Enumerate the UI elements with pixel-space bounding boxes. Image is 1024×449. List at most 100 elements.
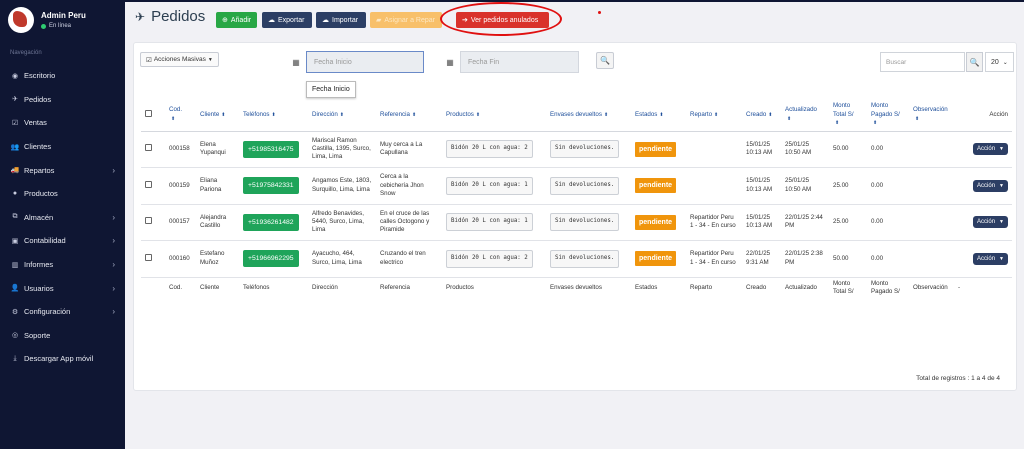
cell-direccion: Mariscal Ramon Castilla, 1395, Surco, Li…	[308, 130, 376, 168]
col-actualizado[interactable]: Actualizado ⬍	[781, 99, 829, 132]
sidebar-item-configuración[interactable]: ⚙ Configuración ›	[0, 300, 125, 324]
chevron-right-icon: ›	[112, 307, 115, 317]
sidebar-item-almacén[interactable]: ⧉ Almacén ›	[0, 206, 125, 230]
footer-telefonos: Teléfonos	[239, 276, 308, 299]
action-label: Acción	[977, 182, 996, 189]
action-dropdown-button[interactable]: Acción ▼	[973, 252, 1008, 265]
add-button[interactable]: ⊕ Añadir	[216, 12, 257, 28]
col-monto-total-label: Monto Total S/	[833, 102, 854, 118]
sort-icon: ⬍	[221, 111, 226, 118]
phone-whatsapp-button[interactable]: +51936261482	[243, 213, 299, 231]
plus-circle-icon: ⊕	[222, 17, 228, 24]
table-row: 000160 Estefano Muñoz +51966962295 Ayacucho…	[141, 240, 1012, 277]
sort-icon: ⬍	[603, 111, 609, 118]
export-button[interactable]: ☁ Exportar	[262, 12, 312, 28]
row-checkbox[interactable]	[145, 217, 152, 225]
sidebar-item-repartos[interactable]: 🚚 Repartos ›	[0, 158, 125, 182]
cell-cliente: Alejandra Castillo	[196, 203, 239, 241]
date-start-input[interactable]: Fecha Inicio	[306, 51, 424, 73]
sidebar-item-soporte[interactable]: ◎ Soporte	[0, 324, 125, 348]
cell-cod: 000158	[165, 130, 196, 168]
sidebar-item-descargar-app-móvil[interactable]: ⤓ Descargar App móvil	[0, 347, 125, 371]
date-end-input[interactable]: Fecha Fin	[460, 51, 579, 73]
row-checkbox[interactable]	[145, 144, 152, 152]
sidebar-item-contabilidad[interactable]: ▣ Contabilidad ›	[0, 229, 125, 253]
users-icon: 👥	[10, 143, 20, 151]
sidebar-item-informes[interactable]: ▥ Informes ›	[0, 253, 125, 277]
import-button-label: Importar	[332, 16, 359, 24]
select-all-checkbox[interactable]	[145, 109, 152, 117]
sidebar-item-label: Pedidos	[24, 94, 52, 104]
col-envases[interactable]: Envases devueltos ⬍	[546, 99, 631, 132]
cell-estado: pendiente	[631, 130, 686, 168]
check-square-icon: ☑	[146, 56, 152, 64]
col-direccion[interactable]: Dirección ⬍	[308, 99, 376, 132]
sidebar-item-label: Repartos	[24, 165, 55, 175]
cell-cliente: Elena Yupanqui	[196, 130, 239, 168]
col-observacion[interactable]: Observación ⬍	[909, 99, 954, 132]
product-chip: Bidón 20 L con agua: 1	[446, 176, 533, 195]
cell-telefono: +51936261482	[239, 203, 308, 241]
row-select-cell	[141, 203, 165, 241]
row-select-cell	[141, 130, 165, 168]
page-title: ✈ Pedidos	[135, 8, 205, 25]
col-creado[interactable]: Creado ⬍	[742, 99, 781, 132]
chevron-right-icon: ›	[112, 165, 115, 175]
search-button[interactable]: 🔍	[966, 52, 983, 72]
phone-whatsapp-button[interactable]: +51966962295	[243, 250, 299, 268]
row-checkbox[interactable]	[145, 180, 152, 188]
returns-chip: Sin devoluciones.	[550, 213, 620, 232]
sidebar-item-productos[interactable]: ● Productos	[0, 182, 125, 206]
row-checkbox[interactable]	[145, 253, 152, 261]
action-dropdown-button[interactable]: Acción ▼	[973, 143, 1008, 156]
sidebar-item-label: Descargar App móvil	[24, 354, 94, 364]
phone-whatsapp-button[interactable]: +51985316475	[243, 140, 299, 158]
col-productos[interactable]: Productos ⬍	[442, 99, 546, 132]
per-page-select[interactable]: 20 ⌄	[985, 52, 1014, 72]
search-input[interactable]: Buscar	[880, 52, 965, 72]
sort-icon: ⬍	[787, 115, 792, 122]
cell-producto: Bidón 20 L con agua: 1	[442, 203, 546, 241]
sidebar-item-usuarios[interactable]: 👤 Usuarios ›	[0, 276, 125, 300]
assign-delivery-button[interactable]: ▰ Asignar a Repar	[370, 12, 442, 28]
sidebar-item-escritorio[interactable]: ◉ Escritorio	[0, 64, 125, 88]
cell-monto-pagado: 0.00	[867, 240, 909, 277]
col-estados[interactable]: Estados ⬍	[631, 99, 686, 132]
action-dropdown-button[interactable]: Acción ▼	[973, 216, 1008, 229]
cell-creado: 15/01/25 10:13 AM	[742, 203, 781, 241]
caret-down-icon: ▼	[999, 146, 1004, 153]
total-records: Total de registros : 1 a 4 de 4	[916, 375, 1000, 382]
col-telefonos-label: Teléfonos	[243, 110, 270, 118]
col-cliente[interactable]: Cliente ⬍	[196, 99, 239, 132]
cell-telefono: +51975842331	[239, 167, 308, 204]
calendar-icon: ▦	[446, 57, 454, 67]
user-profile: Admin Peru En línea	[0, 0, 125, 40]
chevron-right-icon: ›	[112, 283, 115, 293]
caret-down-icon: ▼	[999, 255, 1004, 262]
caret-down-icon: ▼	[999, 219, 1004, 226]
orders-card: ☑ Acciones Masivas ▼ ▦ Fecha Inicio Fech…	[133, 42, 1017, 391]
cell-envases: Sin devoluciones.	[546, 240, 631, 277]
cell-actualizado: 25/01/25 10:50 AM	[781, 167, 829, 204]
col-monto-total[interactable]: Monto Total S/⬍	[829, 99, 867, 132]
sidebar-item-pedidos[interactable]: ✈ Pedidos	[0, 88, 125, 112]
action-dropdown-button[interactable]: Acción ▼	[973, 179, 1008, 192]
col-monto-pagado[interactable]: Monto Pagado S/⬍	[867, 99, 909, 132]
mass-actions-dropdown[interactable]: ☑ Acciones Masivas ▼	[140, 52, 219, 67]
col-telefonos[interactable]: Teléfonos ⬍	[239, 99, 308, 132]
col-referencia[interactable]: Referencia ⬍	[376, 99, 442, 132]
sidebar-item-clientes[interactable]: 👥 Clientes	[0, 135, 125, 159]
cell-reparto	[686, 130, 742, 168]
filter-search-button[interactable]: 🔍	[596, 52, 614, 69]
col-reparto[interactable]: Reparto ⬍	[686, 99, 742, 132]
cell-monto-pagado: 0.00	[867, 130, 909, 168]
cell-actualizado: 25/01/25 10:50 AM	[781, 130, 829, 168]
col-accion: Acción	[954, 99, 1012, 132]
phone-whatsapp-button[interactable]: +51975842331	[243, 177, 299, 195]
sidebar-item-ventas[interactable]: ☑ Ventas	[0, 111, 125, 135]
col-cod[interactable]: Cod. ⬍	[165, 99, 196, 132]
footer-cliente: Cliente	[196, 276, 239, 299]
footer-actualizado: Actualizado	[781, 276, 829, 299]
import-button[interactable]: ☁ Importar	[316, 12, 366, 28]
cell-reparto: Repartidor Peru 1 - 34 - En curso	[686, 203, 742, 241]
